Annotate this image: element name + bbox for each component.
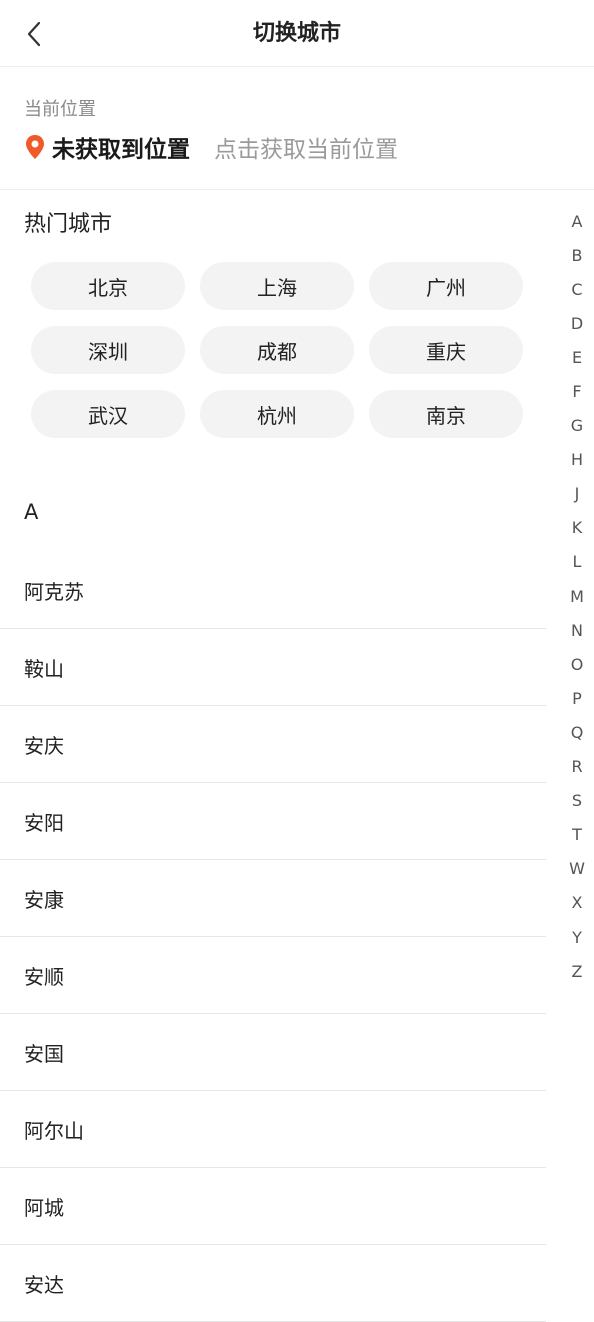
- index-letter[interactable]: O: [560, 647, 594, 681]
- city-list-item[interactable]: 阿尔山: [0, 1091, 546, 1168]
- index-letter[interactable]: R: [560, 750, 594, 784]
- page-title: 切换城市: [252, 21, 341, 46]
- index-letter[interactable]: H: [560, 443, 594, 477]
- city-list-item[interactable]: 安庆: [0, 706, 546, 783]
- city-list-item[interactable]: 阿克苏: [0, 552, 546, 629]
- index-letter[interactable]: Y: [560, 920, 594, 954]
- hot-city-chip[interactable]: 武汉: [31, 390, 185, 438]
- index-letter[interactable]: B: [560, 238, 594, 272]
- hot-city-chip[interactable]: 南京: [369, 390, 523, 438]
- city-list-item[interactable]: 安顺: [0, 937, 546, 1014]
- index-letter[interactable]: E: [560, 340, 594, 374]
- hot-city-chip[interactable]: 成都: [200, 326, 354, 374]
- hot-city-chip[interactable]: 杭州: [200, 390, 354, 438]
- city-list-item[interactable]: 安国: [0, 1014, 546, 1091]
- get-current-location-link[interactable]: 点击获取当前位置: [214, 130, 398, 164]
- index-letter[interactable]: S: [560, 784, 594, 818]
- alphabet-index-bar[interactable]: A B C D E F G H J K L M N O P Q R S T W …: [560, 204, 594, 988]
- index-letter[interactable]: D: [560, 306, 594, 340]
- hot-cities-grid: 北京 上海 广州 深圳 成都 重庆 武汉 杭州 南京: [31, 262, 523, 438]
- location-pin-icon: [24, 133, 48, 161]
- index-letter[interactable]: X: [560, 886, 594, 920]
- index-letter[interactable]: W: [560, 852, 594, 886]
- section-letter-header: A: [24, 500, 39, 524]
- hot-city-chip[interactable]: 上海: [200, 262, 354, 310]
- index-letter[interactable]: M: [560, 579, 594, 613]
- index-letter[interactable]: L: [560, 545, 594, 579]
- index-letter[interactable]: K: [560, 511, 594, 545]
- hot-city-chip[interactable]: 深圳: [31, 326, 185, 374]
- city-list-item[interactable]: 安阳: [0, 783, 546, 860]
- location-status-text: 未获取到位置: [52, 137, 190, 163]
- hot-city-chip[interactable]: 重庆: [369, 326, 523, 374]
- index-letter[interactable]: T: [560, 818, 594, 852]
- current-location-label: 当前位置: [24, 99, 96, 120]
- top-bar: 切换城市: [0, 0, 594, 67]
- hot-cities-title: 热门城市: [24, 212, 113, 237]
- index-letter[interactable]: P: [560, 681, 594, 715]
- current-location-section: 当前位置 未获取到位置 点击获取当前位置: [0, 67, 594, 190]
- index-letter[interactable]: C: [560, 272, 594, 306]
- city-list: 阿克苏 鞍山 安庆 安阳 安康 安顺 安国 阿尔山 阿城 安达: [0, 552, 546, 1322]
- hot-city-chip[interactable]: 北京: [31, 262, 185, 310]
- index-letter[interactable]: F: [560, 374, 594, 408]
- index-letter[interactable]: J: [560, 477, 594, 511]
- index-letter[interactable]: A: [560, 204, 594, 238]
- city-list-item[interactable]: 鞍山: [0, 629, 546, 706]
- hot-city-chip[interactable]: 广州: [369, 262, 523, 310]
- city-list-item[interactable]: 阿城: [0, 1168, 546, 1245]
- city-list-item[interactable]: 安康: [0, 860, 546, 937]
- index-letter[interactable]: N: [560, 613, 594, 647]
- index-letter[interactable]: G: [560, 409, 594, 443]
- index-letter[interactable]: Q: [560, 715, 594, 749]
- city-list-item[interactable]: 安达: [0, 1245, 546, 1322]
- index-letter[interactable]: Z: [560, 954, 594, 988]
- current-location-row: 未获取到位置 点击获取当前位置: [24, 129, 398, 165]
